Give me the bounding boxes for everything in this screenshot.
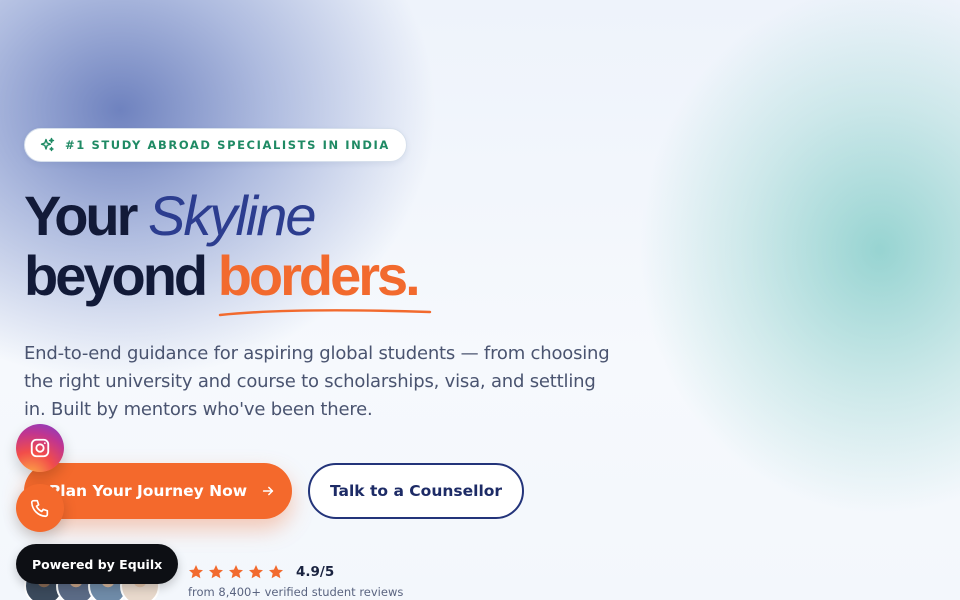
- headline-word-beyond: beyond: [24, 244, 208, 307]
- headline-word-your: Your: [24, 184, 138, 247]
- rating-score: 4.9/5: [296, 564, 335, 580]
- headline-word-borders: borders.: [217, 244, 431, 317]
- hero-section: #1 STUDY ABROAD SPECIALISTS IN INDIA You…: [0, 0, 960, 600]
- instagram-button[interactable]: [16, 424, 64, 472]
- review-count: from 8,400+ verified student reviews: [188, 585, 404, 599]
- badge-label: #1 STUDY ABROAD SPECIALISTS IN INDIA: [65, 138, 390, 152]
- talk-counsellor-button[interactable]: Talk to a Counsellor: [308, 463, 524, 519]
- rating-block: 4.9/5 from 8,400+ verified student revie…: [188, 562, 403, 599]
- squiggle-underline-icon: [218, 309, 431, 317]
- star-icon: [268, 564, 284, 580]
- star-icon: [248, 564, 264, 580]
- specialist-badge: #1 STUDY ABROAD SPECIALISTS IN INDIA: [24, 128, 407, 162]
- star-icon: [228, 564, 244, 580]
- hero-headline: Your Skyline beyond borders.: [24, 186, 431, 317]
- star-rating: 4.9/5: [188, 562, 403, 582]
- headline-borders-text: borders.: [217, 244, 421, 307]
- headline-line-1: Your Skyline: [24, 186, 418, 246]
- star-icon: [188, 564, 204, 580]
- instagram-icon: [29, 437, 51, 459]
- hero-subtitle: End-to-end guidance for aspiring global …: [24, 343, 610, 420]
- sparkles-icon: [39, 137, 55, 153]
- headline-word-skyline: Skyline: [147, 184, 317, 247]
- headline-line-2: beyond borders.: [24, 244, 431, 317]
- call-button[interactable]: [16, 484, 64, 532]
- plan-journey-button[interactable]: Plan Your Journey Now: [24, 463, 292, 519]
- powered-by-badge[interactable]: Powered by Equilx: [16, 544, 179, 584]
- arrow-right-icon: [261, 484, 275, 498]
- star-icon: [208, 564, 224, 580]
- phone-icon: [29, 497, 51, 519]
- plan-journey-label: Plan Your Journey Now: [48, 482, 248, 500]
